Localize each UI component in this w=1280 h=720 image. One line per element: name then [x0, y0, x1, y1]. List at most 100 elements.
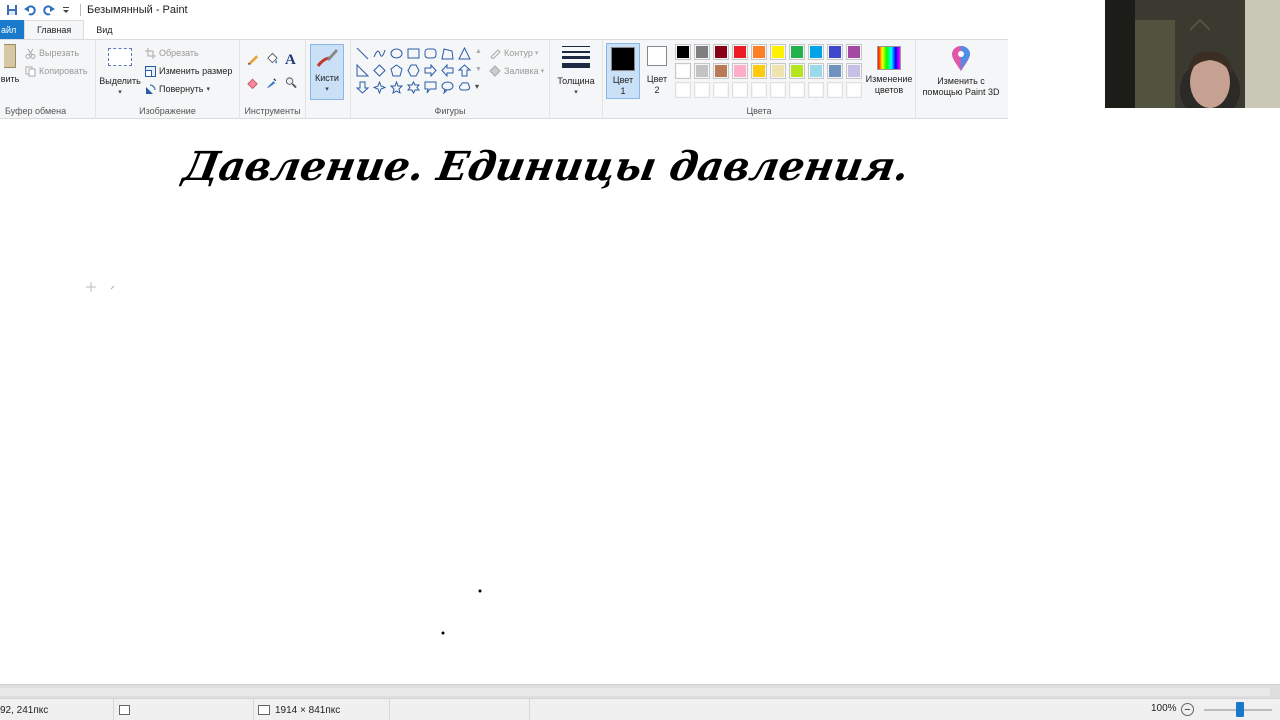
paint3d-label-2: помощью Paint 3D — [922, 87, 1000, 97]
edit-colors-button[interactable]: Изменение цветов — [863, 46, 915, 96]
rounded-rectangle-shape-icon[interactable] — [423, 46, 438, 61]
palette-swatch[interactable] — [694, 63, 710, 79]
clipboard-group: вить Вырезать Копировать Буфер обмена — [0, 40, 96, 119]
pentagon-shape-icon[interactable] — [389, 63, 404, 78]
drawing-canvas[interactable]: Давление. Единицы давления. — [0, 120, 1280, 684]
colors-group-label: Цвета — [746, 106, 772, 116]
save-icon[interactable] — [4, 2, 20, 18]
palette-swatch[interactable] — [713, 82, 729, 98]
six-point-star-shape-icon[interactable] — [406, 80, 421, 95]
palette-swatch[interactable] — [732, 63, 748, 79]
palette-swatch[interactable] — [751, 44, 767, 60]
tab-view[interactable]: Вид — [84, 20, 124, 39]
color1-button[interactable]: Цвет 1 — [606, 43, 640, 99]
cut-button[interactable]: Вырезать — [24, 47, 79, 59]
tab-file[interactable]: айл — [0, 20, 24, 39]
palette-swatch[interactable] — [770, 44, 786, 60]
hexagon-shape-icon[interactable] — [406, 63, 421, 78]
oval-callout-shape-icon[interactable] — [440, 80, 455, 95]
shapes-scroll-down-icon[interactable]: ▼ — [475, 66, 482, 73]
fill-tool[interactable] — [266, 52, 281, 64]
brushes-button[interactable]: Кисти ▾ — [310, 44, 344, 100]
eraser-tool[interactable] — [247, 76, 262, 89]
outline-dropdown-icon: ▾ — [534, 50, 539, 57]
color-picker-tool[interactable] — [266, 76, 281, 88]
triangle-shape-icon[interactable] — [457, 46, 472, 61]
undo-icon[interactable] — [22, 2, 38, 18]
palette-swatch[interactable] — [694, 44, 710, 60]
zoom-slider-thumb[interactable] — [1236, 702, 1244, 717]
color2-button[interactable]: Цвет 2 — [642, 46, 672, 96]
palette-swatch[interactable] — [675, 82, 691, 98]
palette-swatch[interactable] — [827, 82, 843, 98]
down-arrow-shape-icon[interactable] — [355, 80, 370, 95]
color2-swatch — [647, 46, 667, 66]
palette-swatch[interactable] — [675, 63, 691, 79]
rotate-button[interactable]: Повернуть ▾ — [144, 83, 210, 95]
five-point-star-shape-icon[interactable] — [389, 80, 404, 95]
palette-swatch[interactable] — [846, 82, 862, 98]
brushes-dropdown-icon: ▾ — [325, 86, 329, 93]
curve-shape-icon[interactable] — [372, 46, 387, 61]
image-group-label: Изображение — [139, 106, 196, 116]
palette-swatch[interactable] — [751, 82, 767, 98]
palette-swatch-color — [791, 65, 803, 77]
palette-swatch[interactable] — [808, 63, 824, 79]
crop-button[interactable]: Обрезать — [144, 47, 199, 59]
shapes-expand-icon[interactable]: ▾ — [475, 82, 479, 91]
palette-swatch[interactable] — [751, 63, 767, 79]
select-button[interactable]: Выделить ▾ — [98, 48, 142, 98]
palette-swatch[interactable] — [789, 82, 805, 98]
palette-swatch[interactable] — [808, 44, 824, 60]
eraser-icon — [247, 76, 259, 89]
palette-swatch[interactable] — [694, 82, 710, 98]
palette-swatch[interactable] — [732, 82, 748, 98]
redo-icon[interactable] — [40, 2, 56, 18]
palette-swatch[interactable] — [732, 44, 748, 60]
rectangle-shape-icon[interactable] — [406, 46, 421, 61]
palette-swatch[interactable] — [713, 63, 729, 79]
paste-button[interactable]: вить — [0, 44, 20, 85]
palette-swatch[interactable] — [846, 44, 862, 60]
polygon-shape-icon[interactable] — [440, 46, 455, 61]
copy-button[interactable]: Копировать — [24, 65, 87, 77]
tab-home[interactable]: Главная — [24, 20, 85, 39]
palette-swatch[interactable] — [827, 44, 843, 60]
palette-swatch[interactable] — [770, 63, 786, 79]
rectangular-callout-shape-icon[interactable] — [423, 80, 438, 95]
zoom-out-icon[interactable]: − — [1181, 703, 1194, 716]
palette-swatch[interactable] — [827, 63, 843, 79]
fill-button[interactable]: Заливка ▾ — [489, 65, 544, 77]
up-arrow-shape-icon[interactable] — [457, 63, 472, 78]
size-button[interactable]: Толщина ▾ — [554, 46, 598, 98]
palette-swatch[interactable] — [789, 63, 805, 79]
horizontal-scrollbar-thumb[interactable] — [0, 688, 1270, 696]
shapes-scroll-up-icon[interactable]: ▲ — [475, 48, 482, 55]
right-arrow-shape-icon[interactable] — [423, 63, 438, 78]
customize-qat-icon[interactable] — [58, 2, 74, 18]
palette-swatch[interactable] — [789, 44, 805, 60]
horizontal-scrollbar[interactable] — [0, 684, 1280, 698]
clipboard-group-label: Буфер обмена — [5, 106, 67, 116]
oval-shape-icon[interactable] — [389, 46, 404, 61]
pencil-tool[interactable] — [247, 52, 262, 64]
palette-swatch[interactable] — [770, 82, 786, 98]
palette-swatch-color — [696, 65, 708, 77]
palette-swatch[interactable] — [808, 82, 824, 98]
palette-swatch[interactable] — [846, 63, 862, 79]
line-shape-icon[interactable] — [355, 46, 370, 61]
palette-swatch[interactable] — [675, 44, 691, 60]
magnifier-tool[interactable] — [285, 76, 300, 88]
cursor-position-text: 92, 241пкс — [0, 704, 49, 716]
outline-button[interactable]: Контур ▾ — [489, 47, 538, 59]
resize-button[interactable]: Изменить размер — [144, 65, 232, 77]
text-tool[interactable]: A — [285, 52, 296, 69]
left-arrow-shape-icon[interactable] — [440, 63, 455, 78]
image-size-text: 1914 × 841пкс — [275, 704, 341, 716]
edit-with-paint3d-button[interactable]: Изменить с помощью Paint 3D — [918, 46, 1004, 98]
right-triangle-shape-icon[interactable] — [355, 63, 370, 78]
cloud-callout-shape-icon[interactable] — [457, 80, 472, 95]
four-point-star-shape-icon[interactable] — [372, 80, 387, 95]
diamond-shape-icon[interactable] — [372, 63, 387, 78]
palette-swatch[interactable] — [713, 44, 729, 60]
